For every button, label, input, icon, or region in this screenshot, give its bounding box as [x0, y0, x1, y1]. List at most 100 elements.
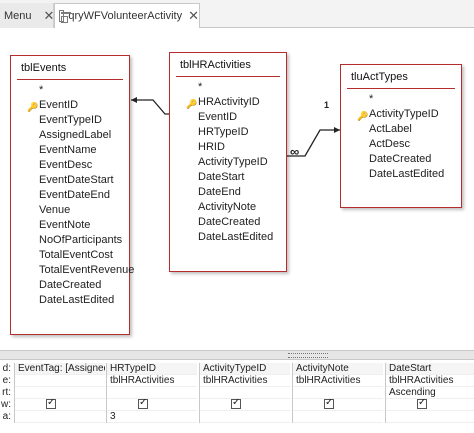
- row-label-field: d:: [2, 363, 11, 374]
- table-tblHRActivities[interactable]: tblHRActivities * 🔑 HRActivityID EventID …: [169, 52, 287, 272]
- grid-cell-show[interactable]: [15, 399, 105, 411]
- field-label: HRActivityID: [198, 96, 260, 108]
- tab-query-label: qryWFVolunteerActivity: [68, 10, 183, 22]
- tab-query-design[interactable]: qryWFVolunteerActivity ✕: [54, 3, 200, 28]
- field-item[interactable]: DateCreated: [170, 215, 286, 230]
- grid-cell-field[interactable]: DateStart: [386, 363, 474, 375]
- grid-cell-table[interactable]: tblHRActivities: [107, 375, 197, 387]
- grid-column: EventTag: [AssignedLa: [14, 363, 105, 423]
- grid-cell-field[interactable]: ActivityNote: [293, 363, 383, 375]
- field-list: * 🔑 EventID EventTypeID AssignedLabel Eve…: [11, 80, 134, 308]
- field-item[interactable]: DateLastEdited: [170, 230, 286, 245]
- grid-cell-sort[interactable]: [293, 387, 383, 399]
- grid-cell-sort[interactable]: [200, 387, 290, 399]
- field-item[interactable]: NoOfParticipants: [11, 233, 129, 248]
- row-label-table: e:: [2, 375, 11, 386]
- grid-cell-show[interactable]: [293, 399, 383, 411]
- grid-column: DateStart tblHRActivities Ascending: [385, 363, 474, 423]
- grid-cell-sort[interactable]: [107, 387, 197, 399]
- close-icon[interactable]: ✕: [44, 8, 55, 24]
- grid-cell-show[interactable]: [107, 399, 197, 411]
- grid-cell-table[interactable]: [15, 375, 105, 387]
- field-item[interactable]: Venue: [11, 203, 129, 218]
- grid-cell-field[interactable]: EventTag: [AssignedLa: [15, 363, 105, 375]
- query-design-grid: d: e: rt: w: a: EventTag: [AssignedLa HR…: [0, 360, 474, 433]
- grid-cell-show[interactable]: [386, 399, 474, 411]
- field-item[interactable]: EventNote: [11, 218, 129, 233]
- field-list: * 🔑 ActivityTypeID ActLabel ActDesc DateC…: [341, 89, 461, 182]
- field-item[interactable]: EventID: [170, 110, 286, 125]
- show-checkbox[interactable]: [231, 399, 241, 410]
- field-label: EventID: [39, 99, 79, 111]
- field-item[interactable]: EventDesc: [11, 158, 129, 173]
- show-checkbox[interactable]: [46, 399, 56, 410]
- tab-menu-label: Menu: [4, 9, 32, 22]
- table-tluActTypes[interactable]: tluActTypes * 🔑 ActivityTypeID ActLabel A…: [340, 64, 462, 208]
- field-item[interactable]: EventDateEnd: [11, 188, 129, 203]
- many-marker: ∞: [290, 144, 300, 159]
- field-item[interactable]: DateEnd: [170, 185, 286, 200]
- field-item[interactable]: ActivityNote: [170, 200, 286, 215]
- field-item[interactable]: TotalEventCost: [11, 248, 129, 263]
- splitter-grip[interactable]: [288, 353, 328, 358]
- row-label-criteria: a:: [2, 411, 11, 422]
- tab-menu[interactable]: Menu ✕: [0, 3, 54, 28]
- grid-cell-sort[interactable]: Ascending: [386, 387, 474, 399]
- field-item[interactable]: HRTypeID: [170, 125, 286, 140]
- grid-cell-criteria[interactable]: [293, 411, 383, 423]
- grid-column: HRTypeID tblHRActivities 3: [106, 363, 197, 423]
- field-item[interactable]: *: [11, 83, 129, 98]
- grid-cell-table[interactable]: tblHRActivities: [386, 375, 474, 387]
- grid-cell-criteria[interactable]: 3: [107, 411, 197, 423]
- grid-cell-field[interactable]: HRTypeID: [107, 363, 197, 375]
- grid-cell-show[interactable]: [200, 399, 290, 411]
- grid-cell-table[interactable]: tblHRActivities: [200, 375, 290, 387]
- table-title[interactable]: tblHRActivities: [176, 53, 280, 77]
- pane-splitter[interactable]: [0, 350, 474, 360]
- one-marker: 1: [324, 100, 330, 110]
- grid-cell-table[interactable]: tblHRActivities: [293, 375, 383, 387]
- field-item-key[interactable]: 🔑 HRActivityID: [170, 95, 286, 110]
- field-item-key[interactable]: 🔑 EventID: [11, 98, 129, 113]
- field-item[interactable]: EventName: [11, 143, 129, 158]
- grid-cell-field[interactable]: ActivityTypeID: [200, 363, 290, 375]
- close-icon[interactable]: ✕: [188, 8, 199, 24]
- grid-cell-sort[interactable]: [15, 387, 105, 399]
- field-item[interactable]: ActLabel: [341, 122, 461, 137]
- field-item[interactable]: ActivityTypeID: [170, 155, 286, 170]
- show-checkbox[interactable]: [324, 399, 334, 410]
- field-item[interactable]: DateStart: [170, 170, 286, 185]
- grid-cell-criteria[interactable]: [386, 411, 474, 423]
- row-label-sort: rt:: [2, 387, 11, 398]
- grid-column: ActivityNote tblHRActivities: [292, 363, 383, 423]
- table-title[interactable]: tblEvents: [17, 56, 123, 80]
- query-design-canvas[interactable]: ∞ 1 tblEvents * 🔑 EventID EventTypeID Ass…: [0, 28, 474, 350]
- grid-row-labels: d: e: rt: w: a:: [0, 363, 12, 423]
- show-checkbox[interactable]: [417, 399, 427, 410]
- field-item[interactable]: HRID: [170, 140, 286, 155]
- grid-column: ActivityTypeID tblHRActivities: [199, 363, 290, 423]
- field-item[interactable]: TotalEventRevenue: [11, 263, 134, 278]
- field-item[interactable]: AssignedLabel: [11, 128, 129, 143]
- join-arrow-icon: [131, 97, 137, 103]
- table-title[interactable]: tluActTypes: [347, 65, 455, 89]
- field-item[interactable]: *: [341, 92, 461, 107]
- field-list: * 🔑 HRActivityID EventID HRTypeID HRID Ac…: [170, 77, 286, 245]
- row-label-show: w:: [1, 399, 11, 410]
- query-icon: [59, 10, 72, 23]
- field-item[interactable]: DateLastEdited: [11, 293, 129, 308]
- field-item[interactable]: EventDateStart: [11, 173, 129, 188]
- field-item[interactable]: ActDesc: [341, 137, 461, 152]
- field-label: ActivityTypeID: [369, 108, 439, 120]
- field-item[interactable]: DateCreated: [11, 278, 129, 293]
- show-checkbox[interactable]: [138, 399, 148, 410]
- field-item[interactable]: DateCreated: [341, 152, 461, 167]
- field-item[interactable]: *: [170, 80, 286, 95]
- grid-cell-criteria[interactable]: [15, 411, 105, 423]
- field-item[interactable]: DateLastEdited: [341, 167, 461, 182]
- table-tblEvents[interactable]: tblEvents * 🔑 EventID EventTypeID Assigne…: [10, 55, 134, 335]
- field-item[interactable]: EventTypeID: [11, 113, 129, 128]
- grid-cell-criteria[interactable]: [200, 411, 290, 423]
- document-tab-strip: Menu ✕ qryWFVolunteerActivity ✕: [0, 0, 474, 28]
- field-item-key[interactable]: 🔑 ActivityTypeID: [341, 107, 461, 122]
